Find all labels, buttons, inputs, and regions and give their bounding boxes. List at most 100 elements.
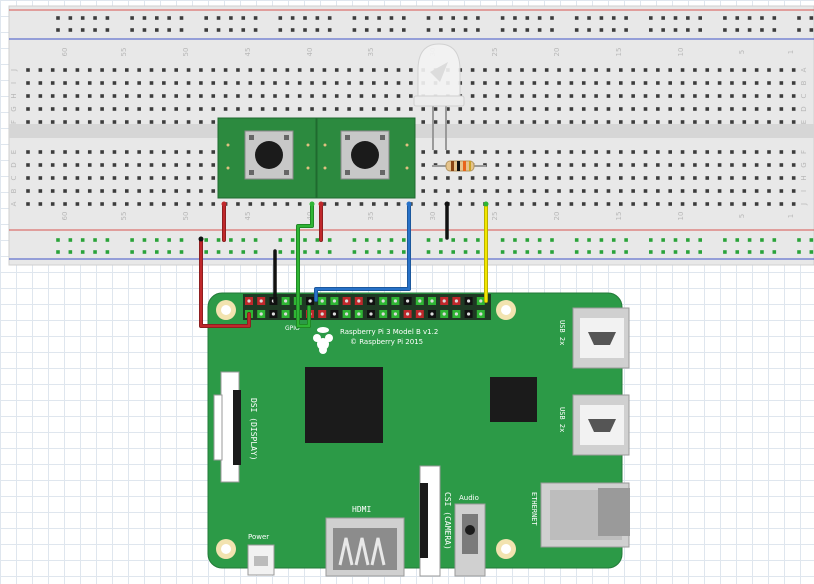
breadboard-hole (50, 150, 55, 154)
breadboard-hole (125, 120, 129, 124)
breadboard-hole (532, 189, 537, 193)
breadboard-hole (421, 150, 425, 154)
breadboard-hole (574, 250, 579, 254)
breadboard-hole (693, 120, 697, 124)
breadboard-hole (772, 16, 777, 20)
col-num-top: 50 (182, 48, 190, 57)
breadboard-hole (315, 28, 320, 32)
row-letter: F (800, 150, 808, 154)
breadboard-hole (327, 16, 332, 20)
breadboard-hole (63, 150, 67, 154)
breadboard-hole (754, 163, 759, 167)
breadboard-hole (112, 68, 117, 72)
breadboard-hole (581, 94, 586, 98)
breadboard-hole (680, 94, 685, 98)
gpio-pin-hole (393, 312, 397, 316)
breadboard-hole (767, 68, 771, 72)
breadboard-hole (717, 163, 722, 167)
breadboard-hole (50, 81, 55, 85)
breadboard-hole (87, 202, 92, 206)
row-letter: B (10, 188, 18, 193)
breadboard-hole (310, 81, 314, 85)
breadboard-hole (167, 16, 171, 20)
breadboard-hole (125, 163, 129, 167)
breadboard-hole (631, 68, 635, 72)
breadboard-hole (384, 202, 388, 206)
breadboard-hole (322, 94, 327, 98)
breadboard-hole (495, 107, 500, 111)
breadboard-hole (735, 16, 740, 20)
breadboard-hole (606, 81, 611, 85)
gpio-pin-hole (369, 299, 373, 303)
breadboard-hole (599, 238, 604, 242)
usb-label-2: USB 2x (558, 407, 566, 432)
breadboard-hole (229, 16, 233, 20)
breadboard-hole (260, 68, 265, 72)
breadboard-hole (248, 68, 253, 72)
breadboard-hole (656, 176, 660, 180)
breadboard-hole (624, 250, 628, 254)
breadboard-hole (63, 202, 67, 206)
breadboard-hole (162, 202, 166, 206)
breadboard-hole (557, 189, 561, 193)
breadboard-hole (433, 202, 438, 206)
breadboard-hole (779, 94, 784, 98)
breadboard-hole (389, 250, 394, 254)
breadboard-hole (278, 238, 283, 242)
breadboard-hole (155, 28, 159, 32)
breadboard-hole (767, 107, 771, 111)
breadboard-hole (624, 16, 628, 20)
breadboard-hole (87, 163, 92, 167)
breadboard-hole (402, 250, 406, 254)
breadboard-hole (557, 68, 561, 72)
breadboard-hole (730, 163, 734, 167)
gpio-pin-hole (308, 299, 312, 303)
breadboard-hole (87, 107, 92, 111)
row-letter: E (10, 150, 18, 154)
breadboard-hole (174, 150, 178, 154)
breadboard-hole (229, 28, 233, 32)
breadboard-hole (550, 28, 554, 32)
breadboard-hole (730, 202, 734, 206)
breadboard-hole (680, 150, 685, 154)
breadboard-hole (100, 68, 104, 72)
breadboard-hole (426, 28, 431, 32)
breadboard-hole (451, 250, 455, 254)
gpio-pin-hole (271, 312, 275, 316)
breadboard-hole (352, 16, 357, 20)
breadboard-hole (544, 189, 549, 193)
breadboard-hole (537, 238, 542, 242)
breadboard-hole (87, 120, 92, 124)
breadboard-hole (446, 189, 450, 193)
breadboard-hole (142, 28, 147, 32)
breadboard-hole (779, 150, 784, 154)
breadboard-hole (483, 81, 487, 85)
breadboard-hole (742, 120, 747, 124)
breadboard-hole (199, 176, 203, 180)
breadboard-hole (569, 94, 574, 98)
breadboard-hole (93, 238, 97, 242)
breadboard-hole (730, 176, 734, 180)
breadboard-hole (544, 68, 549, 72)
breadboard-hole (199, 107, 203, 111)
breadboard-hole (260, 81, 265, 85)
breadboard-hole (772, 238, 777, 242)
breadboard-hole (50, 94, 55, 98)
breadboard-hole (50, 176, 55, 180)
pushbutton-1[interactable] (217, 117, 317, 199)
breadboard-hole (125, 107, 129, 111)
breadboard-hole (112, 120, 117, 124)
breadboard-hole (384, 107, 388, 111)
breadboard-hole (384, 81, 388, 85)
dsi-label: DSI (DISPLAY) (249, 398, 258, 461)
raspberry-pi-board: GPIO Raspberry Pi 3 Model B v1.2 © Raspb… (207, 292, 630, 577)
row-letter: C (10, 175, 18, 180)
breadboard-hole (767, 94, 771, 98)
breadboard-hole (334, 107, 339, 111)
breadboard-hole (421, 120, 425, 124)
breadboard-hole (581, 120, 586, 124)
pushbutton-2[interactable] (316, 117, 416, 199)
breadboard-hole (241, 250, 246, 254)
csi-connector (419, 465, 441, 577)
breadboard-hole (513, 250, 517, 254)
